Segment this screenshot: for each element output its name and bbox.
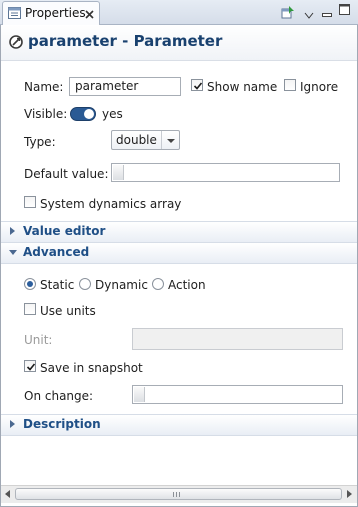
section-advanced[interactable]: Advanced xyxy=(1,242,357,264)
tab-properties[interactable]: Properties xyxy=(2,1,100,25)
name-label: Name: xyxy=(24,80,64,94)
dynamic-radio[interactable] xyxy=(79,278,91,290)
action-radio-label: Action xyxy=(168,278,206,292)
default-value-input[interactable] xyxy=(111,163,340,182)
section-advanced-label: Advanced xyxy=(23,245,90,259)
static-radio[interactable] xyxy=(24,278,36,290)
properties-header: parameter - Parameter xyxy=(1,25,357,61)
section-description[interactable]: Description xyxy=(1,414,357,436)
action-radio[interactable] xyxy=(152,278,164,290)
unit-label: Unit: xyxy=(24,333,53,347)
show-name-checkbox[interactable] xyxy=(191,79,203,91)
visible-label: Visible: xyxy=(24,107,68,121)
system-dynamics-array-checkbox[interactable] xyxy=(24,196,36,208)
dynamic-radio-label: Dynamic xyxy=(95,278,148,292)
chevron-down-icon[interactable] xyxy=(161,131,179,149)
horizontal-scrollbar[interactable] xyxy=(1,485,357,503)
grip-line xyxy=(176,492,177,497)
default-value-label: Default value: xyxy=(24,167,109,181)
save-in-snapshot-label: Save in snapshot xyxy=(40,361,143,375)
code-completion-handle[interactable] xyxy=(113,165,124,180)
use-units-label: Use units xyxy=(40,304,96,318)
type-select-value: double xyxy=(116,133,157,147)
pin-view-icon[interactable] xyxy=(281,5,295,22)
type-select[interactable]: double xyxy=(111,130,180,150)
expand-icon xyxy=(10,420,15,428)
type-label: Type: xyxy=(24,135,56,149)
code-completion-handle[interactable] xyxy=(134,387,145,402)
section-value-editor[interactable]: Value editor xyxy=(1,221,357,243)
scroll-left-icon[interactable] xyxy=(5,490,10,498)
section-description-label: Description xyxy=(23,417,101,431)
view-menu-icon[interactable] xyxy=(304,8,314,22)
grip-line xyxy=(173,492,174,497)
grip-line xyxy=(179,492,180,497)
ignore-checkbox[interactable] xyxy=(284,79,296,91)
section-value-editor-label: Value editor xyxy=(23,224,106,238)
ignore-label: Ignore xyxy=(300,80,339,94)
expand-icon xyxy=(10,227,15,235)
on-change-input[interactable] xyxy=(132,385,343,404)
parameter-icon xyxy=(9,35,23,52)
page-title: parameter - Parameter xyxy=(28,32,223,50)
view-tab-bar: Properties xyxy=(0,0,358,25)
tab-label: Properties xyxy=(25,6,86,20)
name-input[interactable]: parameter xyxy=(69,77,181,96)
unit-field[interactable] xyxy=(132,328,343,350)
save-in-snapshot-checkbox[interactable] xyxy=(24,360,36,372)
system-dynamics-array-label: System dynamics array xyxy=(40,197,182,211)
scrollbar-thumb[interactable] xyxy=(15,488,342,500)
visible-value: yes xyxy=(102,107,123,121)
on-change-label: On change: xyxy=(24,389,94,403)
use-units-checkbox[interactable] xyxy=(24,303,36,315)
collapse-icon xyxy=(9,250,17,255)
close-icon[interactable] xyxy=(85,8,94,22)
minimize-icon[interactable] xyxy=(322,7,332,21)
properties-view-icon xyxy=(8,7,21,22)
maximize-icon[interactable] xyxy=(339,4,350,18)
scroll-right-icon[interactable] xyxy=(347,490,352,498)
visible-toggle[interactable] xyxy=(70,107,96,121)
show-name-label: Show name xyxy=(207,80,278,94)
static-radio-label: Static xyxy=(40,278,75,292)
